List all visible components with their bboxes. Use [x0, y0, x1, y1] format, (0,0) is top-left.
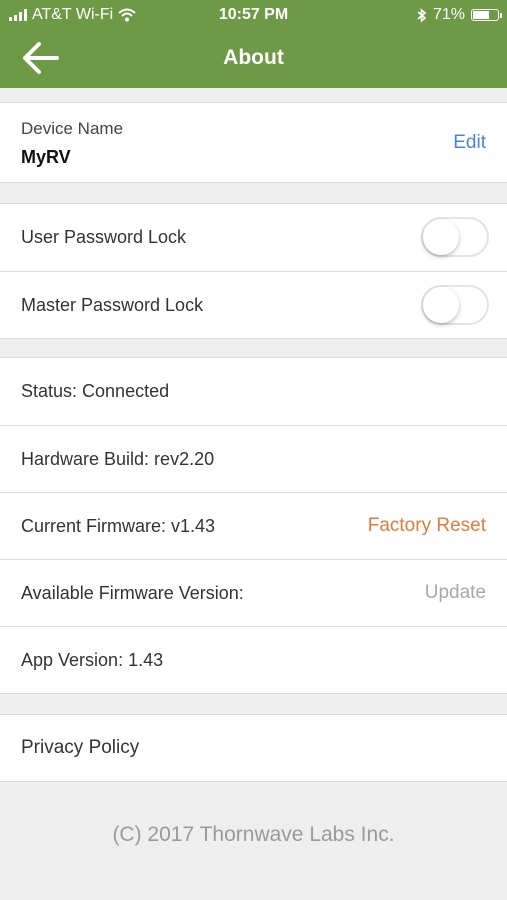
toggle-knob	[423, 287, 459, 323]
factory-reset-button[interactable]: Factory Reset	[368, 515, 486, 537]
edit-button[interactable]: Edit	[453, 132, 486, 154]
app-version-text: App Version: 1.43	[21, 650, 164, 670]
update-button[interactable]: Update	[425, 582, 486, 604]
privacy-policy-link[interactable]: Privacy Policy	[21, 737, 139, 759]
bluetooth-icon	[417, 7, 427, 23]
device-name-label: Device Name	[21, 119, 124, 138]
firmware-row: Current Firmware: v1.43 Factory Reset	[0, 492, 507, 559]
privacy-row[interactable]: Privacy Policy	[0, 715, 507, 781]
user-lock-row: User Password Lock	[0, 204, 507, 271]
status-bar: AT&T Wi-Fi 10:57 PM 71%	[0, 0, 507, 30]
links-section: Privacy Policy	[0, 714, 507, 782]
master-lock-toggle[interactable]	[421, 285, 489, 325]
battery-icon	[471, 9, 502, 21]
toggle-knob	[423, 219, 459, 255]
status-text: Status: Connected	[21, 381, 170, 401]
available-firmware-row: Available Firmware Version: Update	[0, 559, 507, 626]
hardware-row: Hardware Build: rev2.20	[0, 425, 507, 492]
user-lock-toggle[interactable]	[421, 217, 489, 257]
device-name-value: MyRV	[21, 147, 71, 167]
nav-header: About	[0, 30, 507, 88]
master-lock-label: Master Password Lock	[21, 295, 204, 315]
device-section: Device Name MyRV Edit	[0, 102, 507, 183]
hardware-text: Hardware Build: rev2.20	[21, 449, 215, 469]
firmware-text: Current Firmware: v1.43	[21, 516, 216, 536]
user-lock-label: User Password Lock	[21, 227, 187, 247]
device-name-row: Device Name MyRV Edit	[0, 103, 507, 182]
status-right: 71%	[417, 6, 502, 24]
master-lock-row: Master Password Lock	[0, 271, 507, 338]
locks-section: User Password Lock Master Password Lock	[0, 203, 507, 339]
top-bar: AT&T Wi-Fi 10:57 PM 71% About	[0, 0, 507, 88]
info-section: Status: Connected Hardware Build: rev2.2…	[0, 357, 507, 694]
page-title: About	[223, 46, 284, 69]
battery-percent: 71%	[432, 6, 465, 23]
copyright-text: (C) 2017 Thornwave Labs Inc.	[112, 823, 395, 846]
available-firmware-text: Available Firmware Version:	[21, 583, 244, 603]
app-version-row: App Version: 1.43	[0, 626, 507, 693]
status-row: Status: Connected	[0, 358, 507, 425]
